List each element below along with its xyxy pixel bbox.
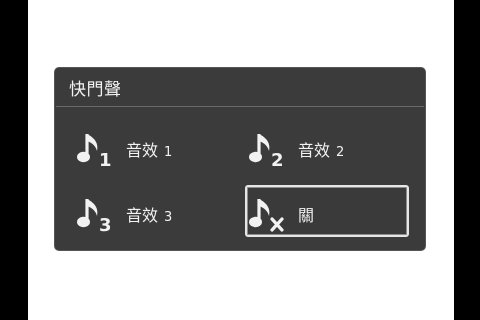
- option-text: 音效: [126, 141, 159, 160]
- option-sound-2[interactable]: 2 音效 2: [245, 120, 409, 172]
- svg-text:3: 3: [99, 215, 112, 235]
- option-text: 音效: [298, 141, 331, 160]
- option-label: 音效 1: [126, 137, 172, 161]
- dialog-title: 快門聲: [69, 80, 122, 100]
- option-sound-off[interactable]: 關: [245, 185, 409, 237]
- shutter-sound-dialog: 快門聲 1 音效 1 2 音效 2 3 音效 3 關: [54, 67, 426, 251]
- music-note-off-icon: [249, 195, 297, 235]
- music-note-3-icon: 3: [77, 195, 125, 235]
- option-number: 3: [164, 210, 173, 225]
- svg-text:1: 1: [99, 150, 112, 170]
- title-divider: [56, 106, 424, 107]
- music-note-2-icon: 2: [249, 130, 297, 170]
- music-note-1-icon: 1: [77, 130, 125, 170]
- option-label: 音效 2: [298, 137, 344, 161]
- option-number: 2: [336, 145, 345, 160]
- option-number: 1: [164, 145, 173, 160]
- option-text: 關: [298, 206, 315, 225]
- option-text: 音效: [126, 206, 159, 225]
- option-label: 音效 3: [126, 202, 172, 226]
- option-sound-1[interactable]: 1 音效 1: [73, 120, 237, 172]
- svg-text:2: 2: [271, 150, 284, 170]
- option-label: 關: [298, 202, 314, 226]
- option-sound-3[interactable]: 3 音效 3: [73, 185, 237, 237]
